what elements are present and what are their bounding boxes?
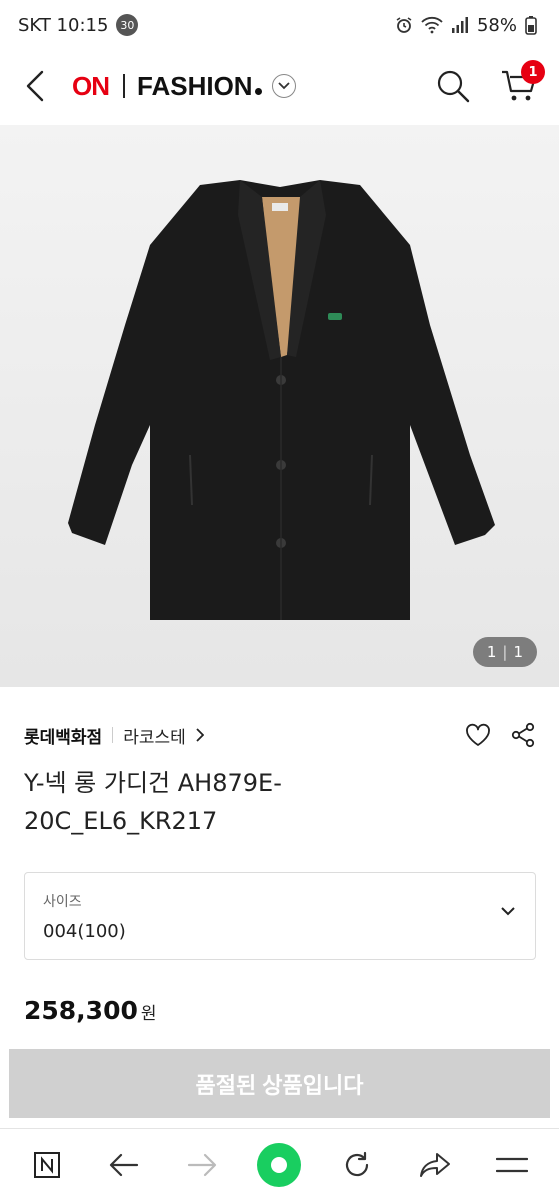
status-left: SKT 10:15 30 — [18, 14, 139, 36]
brand-dot — [254, 87, 262, 95]
brand-fashion-text: FASHION — [137, 70, 253, 101]
header-actions: 1 — [433, 60, 545, 106]
share-icon[interactable] — [511, 722, 535, 748]
naver-home-button[interactable] — [21, 1139, 73, 1191]
status-right: 58% — [395, 15, 537, 36]
reload-button[interactable] — [331, 1139, 383, 1191]
brand-name: 라코스테 — [123, 727, 186, 748]
reload-icon — [345, 1151, 369, 1176]
green-home-inner — [271, 1156, 288, 1173]
seller-row: 롯데백화점 라코스테 — [24, 720, 535, 750]
notification-badge: 30 — [116, 14, 139, 36]
browser-back-button[interactable] — [98, 1139, 150, 1191]
chevron-down-icon — [501, 907, 515, 916]
size-select[interactable]: 사이즈 004(100) — [24, 872, 536, 960]
battery-icon — [525, 16, 537, 35]
seller-divider — [112, 727, 114, 743]
price-unit: 원 — [140, 1004, 157, 1024]
menu-icon — [496, 1157, 529, 1172]
forward-arrow-icon — [187, 1153, 217, 1176]
chevron-left-icon — [26, 70, 44, 102]
alarm-icon — [396, 17, 412, 33]
naver-n-icon — [33, 1151, 60, 1178]
size-label: 사이즈 — [43, 894, 82, 910]
browser-bottom-bar — [0, 1128, 559, 1200]
chevron-down-icon — [277, 82, 290, 90]
chevron-right-icon — [196, 728, 204, 742]
app-header: ON FASHION 1 — [0, 50, 559, 122]
wifi-icon — [421, 16, 443, 34]
browser-forward-button[interactable] — [176, 1139, 228, 1191]
back-button[interactable] — [20, 66, 50, 106]
signal-icon — [451, 17, 468, 33]
price-row: 258,300 원 — [24, 996, 157, 1025]
store-name[interactable]: 롯데백화점 — [24, 723, 102, 748]
image-counter: 1 | 1 — [472, 637, 537, 667]
browser-menu-button[interactable] — [486, 1139, 538, 1191]
size-value: 004(100) — [43, 921, 126, 942]
status-bar: SKT 10:15 30 58% — [0, 0, 559, 50]
brand-link[interactable]: 라코스테 — [123, 723, 204, 748]
product-title: Y-넥 롱 가디건 AH879E-20C_EL6_KR217 — [24, 769, 282, 835]
search-icon — [437, 70, 470, 103]
image-counter-current: 1 — [486, 643, 497, 661]
brand-logo[interactable]: ON FASHION — [72, 71, 296, 102]
green-home-button[interactable] — [253, 1139, 305, 1191]
search-button[interactable] — [433, 66, 473, 106]
image-counter-separator: | — [502, 643, 508, 661]
browser-share-button[interactable] — [409, 1139, 461, 1191]
price-value: 258,300 — [24, 996, 138, 1025]
brand-dropdown-toggle[interactable] — [271, 74, 296, 98]
product-image-carousel[interactable]: 1 | 1 — [0, 125, 559, 687]
battery-text: 58% — [476, 14, 517, 36]
cart-button[interactable]: 1 — [499, 60, 545, 106]
green-home-icon — [257, 1142, 302, 1187]
image-counter-total: 1 — [513, 643, 523, 661]
brand-divider — [123, 74, 125, 98]
cardigan-product-image — [68, 180, 495, 620]
brand-on-text: ON — [72, 70, 110, 101]
carrier-time: SKT 10:15 — [18, 14, 109, 36]
heart-icon[interactable] — [465, 723, 491, 747]
cart-count-badge: 1 — [521, 60, 545, 84]
back-arrow-icon — [110, 1153, 139, 1176]
share-arrow-icon — [419, 1152, 450, 1177]
product-actions — [465, 722, 535, 748]
soldout-button[interactable]: 품절된 상품입니다 — [9, 1049, 550, 1118]
